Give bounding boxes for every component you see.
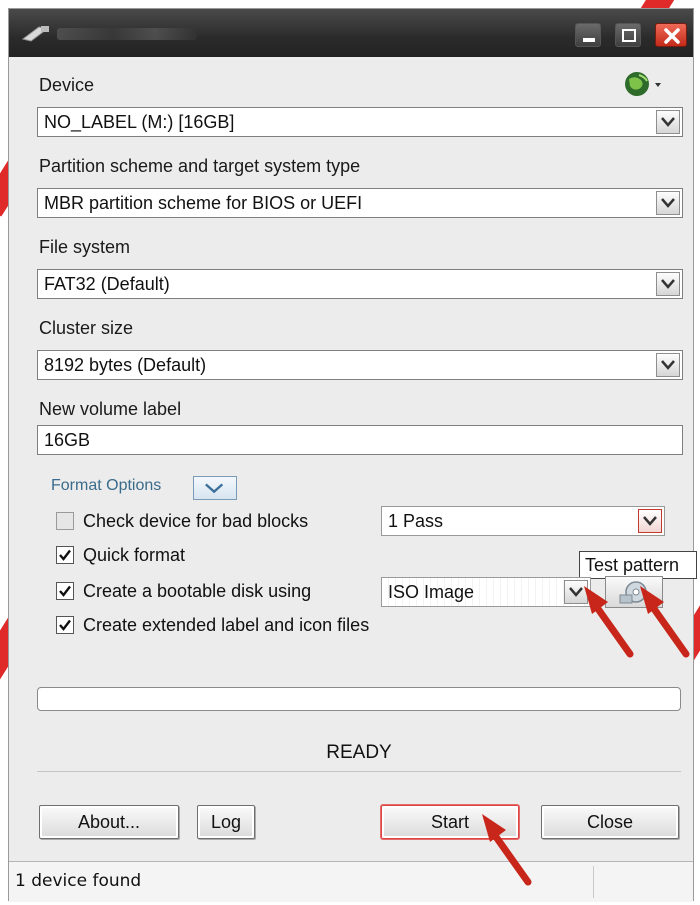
- close-button-label: Close: [586, 812, 634, 832]
- bad-blocks-passes-dropdown[interactable]: [638, 509, 662, 533]
- quick-format-label: Quick format: [83, 545, 186, 565]
- bootable-label: Create a bootable disk using: [83, 581, 312, 601]
- log-button-label: Log: [210, 812, 242, 832]
- chevron-down-icon: [661, 117, 675, 127]
- app-icon: [21, 26, 49, 42]
- status-bar-divider: [593, 866, 594, 898]
- window-title: [57, 28, 197, 40]
- partition-select-value: MBR partition scheme for BIOS or UEFI: [44, 193, 363, 213]
- maximize-button[interactable]: [615, 23, 641, 47]
- annotation-arrow: [482, 814, 532, 886]
- bootable-checkbox[interactable]: [56, 582, 74, 600]
- globe-icon[interactable]: [621, 69, 665, 99]
- extended-label-label: Create extended label and icon files: [83, 615, 370, 635]
- format-options-toggle[interactable]: [193, 476, 237, 500]
- checkmark-icon: [59, 549, 71, 561]
- volume-label-value: 16GB: [44, 430, 91, 450]
- app-window: Device NO_LABEL (M:) [16GB] Partition sc…: [8, 8, 697, 902]
- bad-blocks-passes-value: 1 Pass: [388, 511, 444, 531]
- status-text: READY: [326, 742, 392, 763]
- status-area: READY: [37, 735, 681, 772]
- close-icon: [664, 28, 680, 44]
- cluster-select[interactable]: 8192 bytes (Default): [37, 350, 683, 380]
- about-button[interactable]: About...: [39, 805, 179, 839]
- partition-label: Partition scheme and target system type: [39, 156, 361, 176]
- title-bar: [9, 9, 693, 57]
- volume-label: New volume label: [39, 399, 182, 419]
- chevron-down-icon: [643, 516, 657, 526]
- filesystem-select-dropdown[interactable]: [656, 272, 680, 296]
- checkmark-icon: [59, 619, 71, 631]
- cluster-select-dropdown[interactable]: [656, 353, 680, 377]
- checkmark-icon: [59, 585, 71, 597]
- minimize-icon: [583, 38, 595, 42]
- format-options-label: Format Options: [51, 477, 162, 494]
- chevron-down-icon: [661, 279, 675, 289]
- boot-source-value: ISO Image: [388, 582, 475, 602]
- device-label: Device: [39, 75, 95, 95]
- boot-source-select[interactable]: ISO Image: [381, 577, 591, 607]
- volume-label-input[interactable]: 16GB: [37, 425, 683, 455]
- close-button[interactable]: Close: [541, 805, 679, 839]
- annotation-arrow: [640, 586, 690, 658]
- progress-bar: [37, 687, 681, 711]
- filesystem-label: File system: [39, 237, 131, 257]
- chevron-down-icon: [205, 483, 224, 494]
- filesystem-select[interactable]: FAT32 (Default): [37, 269, 683, 299]
- bad-blocks-label: Check device for bad blocks: [83, 511, 309, 531]
- extended-label-checkbox[interactable]: [56, 616, 74, 634]
- device-select-value: NO_LABEL (M:) [16GB]: [44, 112, 235, 132]
- close-window-button[interactable]: [655, 23, 687, 47]
- quick-format-checkbox[interactable]: [56, 546, 74, 564]
- bad-blocks-passes-select[interactable]: 1 Pass: [381, 506, 665, 536]
- cluster-select-value: 8192 bytes (Default): [44, 355, 207, 375]
- log-button[interactable]: Log: [197, 805, 255, 839]
- start-button-label: Start: [430, 812, 469, 832]
- annotation-arrow: [584, 586, 634, 658]
- filesystem-select-value: FAT32 (Default): [44, 274, 170, 294]
- status-bar: 1 device found: [9, 861, 693, 902]
- tooltip-text: Test pattern: [585, 555, 680, 575]
- about-button-label: About...: [77, 812, 141, 832]
- maximize-icon: [622, 29, 636, 42]
- chevron-down-icon: [661, 360, 675, 370]
- status-bar-text: 1 device found: [15, 871, 142, 891]
- partition-select-dropdown[interactable]: [656, 191, 680, 215]
- device-select-dropdown[interactable]: [656, 110, 680, 134]
- chevron-down-icon: [661, 198, 675, 208]
- device-select[interactable]: NO_LABEL (M:) [16GB]: [37, 107, 683, 137]
- bad-blocks-checkbox[interactable]: [56, 512, 74, 530]
- tooltip: Test pattern: [579, 551, 697, 579]
- cluster-label: Cluster size: [39, 318, 134, 338]
- minimize-button[interactable]: [575, 23, 601, 47]
- partition-select[interactable]: MBR partition scheme for BIOS or UEFI: [37, 188, 683, 218]
